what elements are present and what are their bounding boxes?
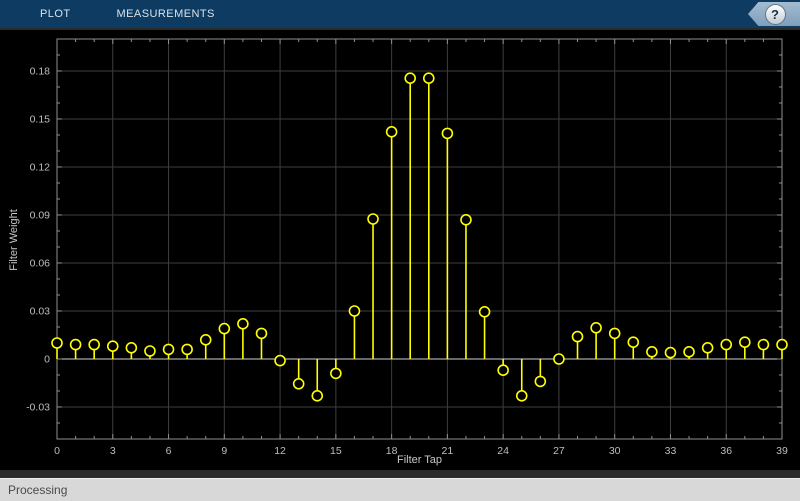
stem-marker [311, 389, 324, 402]
stem-marker [199, 333, 212, 346]
stem-marker [385, 126, 398, 138]
stem-marker [144, 345, 156, 357]
stem-marker [534, 375, 547, 388]
stem-marker [162, 343, 175, 356]
stem-marker [274, 354, 286, 367]
y-tick-label: 0.12 [30, 162, 51, 174]
stem-marker [348, 305, 361, 317]
y-tick-label: 0.15 [30, 114, 51, 126]
stem-marker [441, 127, 454, 140]
stem-marker [720, 338, 733, 351]
y-tick-label: 0.18 [30, 66, 51, 78]
stem-marker [51, 337, 63, 349]
x-axis-label: Filter Tap [396, 454, 443, 466]
stem-marker [88, 338, 100, 351]
stem-marker [422, 72, 435, 85]
y-tick-label: -0.03 [26, 402, 50, 414]
stem-marker [367, 213, 379, 225]
status-text: Processing [8, 483, 68, 497]
stem-marker [608, 327, 621, 340]
stem-marker [125, 341, 138, 354]
stem-marker [701, 341, 714, 354]
stem-marker [404, 72, 417, 85]
stem-marker [627, 336, 640, 349]
tab-plot[interactable]: PLOT [34, 0, 77, 28]
stem-marker [237, 317, 249, 330]
tab-measurements[interactable]: MEASUREMENTS [111, 0, 221, 28]
stem-plot[interactable]: 0 3 6 9 12 15 18 21 24 27 30 33 36 39-0.0300.030.060.… [0, 30, 800, 470]
status-bar: Processing [0, 478, 800, 501]
help-banner[interactable]: ? [748, 2, 800, 26]
stem-marker [646, 345, 658, 358]
y-tick-label: 0.03 [30, 306, 51, 318]
stem-marker [590, 321, 602, 334]
help-icon[interactable]: ? [764, 3, 786, 25]
stem-marker [181, 343, 193, 356]
stem-marker [683, 345, 695, 358]
figure-area: 0 3 6 9 12 15 18 21 24 27 30 33 36 39 -0.03 0 0.03 0.06 0.… [0, 30, 800, 470]
stem-marker [292, 377, 305, 390]
plot-background[interactable] [57, 39, 782, 439]
stem-marker [69, 338, 82, 351]
stem-marker [106, 340, 119, 353]
stem-marker [497, 364, 509, 377]
stem-marker [776, 338, 788, 351]
stem-marker [739, 336, 751, 349]
y-tick-label: 0 [44, 354, 50, 366]
y-tick-label: 0.06 [30, 258, 51, 270]
stem-marker [757, 338, 770, 351]
y-axis-label: Filter Weight [8, 209, 20, 271]
stem-marker [218, 322, 231, 335]
stem-marker [460, 214, 472, 226]
stem-marker [553, 353, 565, 365]
stem-marker [664, 346, 677, 359]
stem-marker [515, 389, 528, 402]
toolstrip: PLOT MEASUREMENTS ? [0, 0, 800, 28]
stem-marker [571, 330, 584, 343]
stem-marker [478, 305, 491, 318]
stem-marker [255, 327, 268, 340]
stem-marker [330, 367, 342, 380]
y-tick-label: 0.09 [30, 210, 51, 222]
